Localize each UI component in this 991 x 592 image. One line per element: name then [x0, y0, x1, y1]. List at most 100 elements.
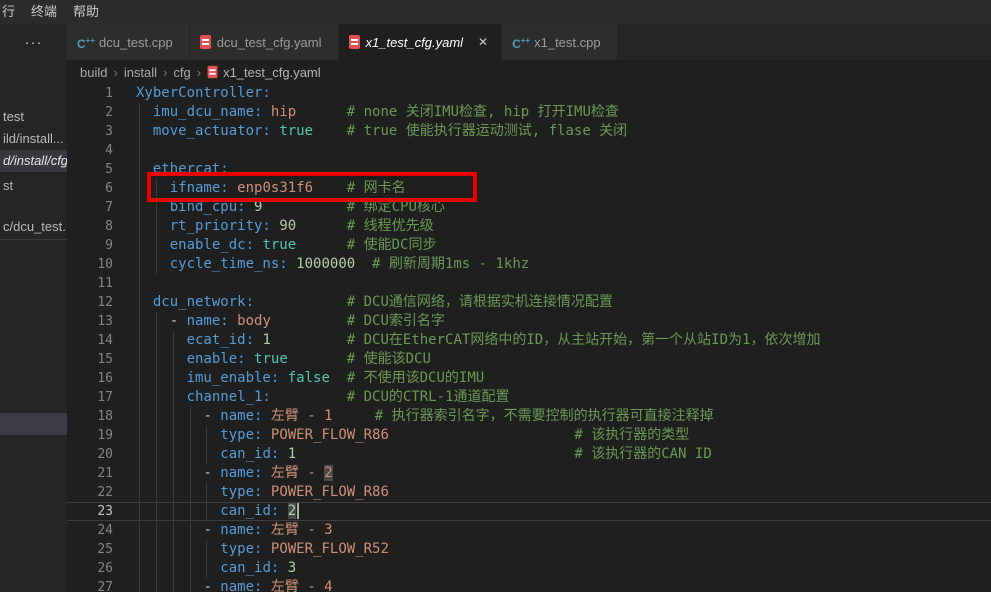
code-line[interactable]: 19 type: POWER_FLOW_R86 # 该执行器的类型 [67, 426, 991, 445]
tab-dcu_test.cpp[interactable]: C++dcu_test.cpp [67, 24, 190, 60]
indent-guide [190, 578, 191, 592]
token [296, 446, 574, 462]
line-content[interactable] [136, 274, 991, 293]
indent-guide [139, 198, 140, 217]
code-line[interactable]: 27 - name: 左臂 - 4 [67, 578, 991, 592]
breadcrumb-segment-install[interactable]: install [124, 65, 157, 80]
token [246, 199, 254, 215]
line-content[interactable]: - name: body # DCU索引名字 [136, 312, 991, 331]
indent-guide [190, 407, 191, 426]
line-content[interactable]: enable: true # 使能该DCU [136, 350, 991, 369]
line-content[interactable]: ifname: enp0s31f6 # 网卡名 [136, 179, 991, 198]
sidebar-item[interactable]: st [0, 175, 67, 197]
breadcrumb-segment-cfg[interactable]: cfg [173, 65, 190, 80]
line-content[interactable]: channel_1: # DCU的CTRL-1通道配置 [136, 388, 991, 407]
token: imu_dcu_name: [153, 104, 263, 120]
tab-dcu_test_cfg.yaml[interactable]: dcu_test_cfg.yaml [190, 24, 339, 60]
code-line[interactable]: 15 enable: true # 使能该DCU [67, 350, 991, 369]
line-content[interactable]: move_actuator: true # true 使能执行器运动测试, fl… [136, 122, 991, 141]
code-line[interactable]: 7 bind_cpu: 9 # 绑定CPU核心 [67, 198, 991, 217]
line-content[interactable]: rt_priority: 90 # 线程优先级 [136, 217, 991, 236]
code-editor[interactable]: 1XyberController:2 imu_dcu_name: hip # n… [67, 84, 991, 592]
sidebar-selection-bar[interactable] [0, 413, 67, 435]
line-content[interactable]: ethercat: [136, 160, 991, 179]
line-content[interactable]: can_id: 3 [136, 559, 991, 578]
indent-guide [173, 483, 174, 502]
line-content[interactable]: ecat_id: 1 # DCU在EtherCAT网络中的ID，从主站开始，第一… [136, 331, 991, 350]
indent-guide [206, 483, 207, 502]
code-line[interactable]: 4 [67, 141, 991, 160]
code-line[interactable]: 10 cycle_time_ns: 1000000 # 刷新周期1ms - 1k… [67, 255, 991, 274]
code-line[interactable]: 20 can_id: 1 # 该执行器的CAN ID [67, 445, 991, 464]
code-line[interactable]: 13 - name: body # DCU索引名字 [67, 312, 991, 331]
line-content[interactable]: - name: 左臂 - 3 [136, 521, 991, 540]
code-line[interactable]: 24 - name: 左臂 - 3 [67, 521, 991, 540]
line-content[interactable]: enable_dc: true # 使能DC同步 [136, 236, 991, 255]
code-line[interactable]: 26 can_id: 3 [67, 559, 991, 578]
tab-x1_test.cpp[interactable]: C++x1_test.cpp [502, 24, 618, 60]
code-line[interactable]: 3 move_actuator: true # true 使能执行器运动测试, … [67, 122, 991, 141]
code-line[interactable]: 21 - name: 左臂 - 2 [67, 464, 991, 483]
tab-x1_test_cfg.yaml[interactable]: x1_test_cfg.yaml✕ [339, 24, 503, 60]
line-content[interactable]: dcu_network: # DCU通信网络，请根据实机连接情况配置 [136, 293, 991, 312]
code-line[interactable]: 8 rt_priority: 90 # 线程优先级 [67, 217, 991, 236]
menu-item-行[interactable]: 行 [0, 0, 23, 24]
breadcrumb-file[interactable]: x1_test_cfg.yaml [207, 65, 321, 80]
token: # 该执行器的类型 [574, 427, 689, 443]
menu-item-帮助[interactable]: 帮助 [65, 0, 107, 24]
close-icon[interactable]: ✕ [475, 34, 491, 50]
vscode-window: 行终端帮助 ··· C++dcu_test.cppdcu_test_cfg.ya… [0, 0, 991, 592]
line-content[interactable]: imu_enable: false # 不使用该DCU的IMU [136, 369, 991, 388]
code-line[interactable]: 17 channel_1: # DCU的CTRL-1通道配置 [67, 388, 991, 407]
line-content[interactable] [136, 141, 991, 160]
token [254, 294, 347, 310]
line-content[interactable]: bind_cpu: 9 # 绑定CPU核心 [136, 198, 991, 217]
line-number: 19 [67, 426, 136, 445]
code-line[interactable]: 5 ethercat: [67, 160, 991, 179]
line-content[interactable]: can_id: 2 [136, 502, 991, 521]
line-content[interactable]: type: POWER_FLOW_R86 # 该执行器的类型 [136, 426, 991, 445]
yaml-file-icon [200, 35, 211, 49]
sidebar-item[interactable]: d/install/cfg [0, 150, 67, 172]
code-line[interactable]: 2 imu_dcu_name: hip # none 关闭IMU检查, hip … [67, 103, 991, 122]
code-line[interactable]: 9 enable_dc: true # 使能DC同步 [67, 236, 991, 255]
line-content[interactable]: imu_dcu_name: hip # none 关闭IMU检查, hip 打开… [136, 103, 991, 122]
sidebar-item[interactable]: ild/install... [0, 128, 67, 150]
line-content[interactable]: type: POWER_FLOW_R86 [136, 483, 991, 502]
code-line[interactable]: 12 dcu_network: # DCU通信网络，请根据实机连接情况配置 [67, 293, 991, 312]
line-content[interactable]: can_id: 1 # 该执行器的CAN ID [136, 445, 991, 464]
line-number: 25 [67, 540, 136, 559]
line-content[interactable]: XyberController: [136, 84, 991, 103]
token: # none 关闭IMU检查, hip 打开IMU检查 [347, 104, 619, 120]
code-line[interactable]: 1XyberController: [67, 84, 991, 103]
indent-guide [139, 122, 140, 141]
line-content[interactable]: type: POWER_FLOW_R52 [136, 540, 991, 559]
sidebar-item[interactable]: c/dcu_test... [0, 216, 67, 238]
line-number: 23 [67, 502, 136, 521]
indent-guide [173, 407, 174, 426]
line-content[interactable]: - name: 左臂 - 2 [136, 464, 991, 483]
indent-guide [139, 236, 140, 255]
indent-guide [206, 445, 207, 464]
code-line[interactable]: 23 can_id: 2 [67, 502, 991, 521]
line-content[interactable]: cycle_time_ns: 1000000 # 刷新周期1ms - 1khz [136, 255, 991, 274]
code-line[interactable]: 16 imu_enable: false # 不使用该DCU的IMU [67, 369, 991, 388]
code-line[interactable]: 25 type: POWER_FLOW_R52 [67, 540, 991, 559]
line-content[interactable]: - name: 左臂 - 1 # 执行器索引名字，不需要控制的执行器可直接注释掉 [136, 407, 991, 426]
code-line[interactable]: 18 - name: 左臂 - 1 # 执行器索引名字，不需要控制的执行器可直接… [67, 407, 991, 426]
more-actions-button[interactable]: ··· [0, 24, 67, 60]
token [136, 427, 220, 443]
token: - [203, 465, 220, 481]
code-line[interactable]: 22 type: POWER_FLOW_R86 [67, 483, 991, 502]
breadcrumb-segment-build[interactable]: build [80, 65, 107, 80]
indent-guide [156, 540, 157, 559]
indent-guide [139, 483, 140, 502]
line-content[interactable]: - name: 左臂 - 4 [136, 578, 991, 592]
code-line[interactable]: 14 ecat_id: 1 # DCU在EtherCAT网络中的ID，从主站开始… [67, 331, 991, 350]
token [271, 389, 347, 405]
code-line[interactable]: 11 [67, 274, 991, 293]
code-line[interactable]: 6 ifname: enp0s31f6 # 网卡名 [67, 179, 991, 198]
menu-item-终端[interactable]: 终端 [23, 0, 65, 24]
sidebar-item[interactable]: test [0, 106, 67, 128]
cpp-file-icon: C++ [77, 34, 93, 51]
